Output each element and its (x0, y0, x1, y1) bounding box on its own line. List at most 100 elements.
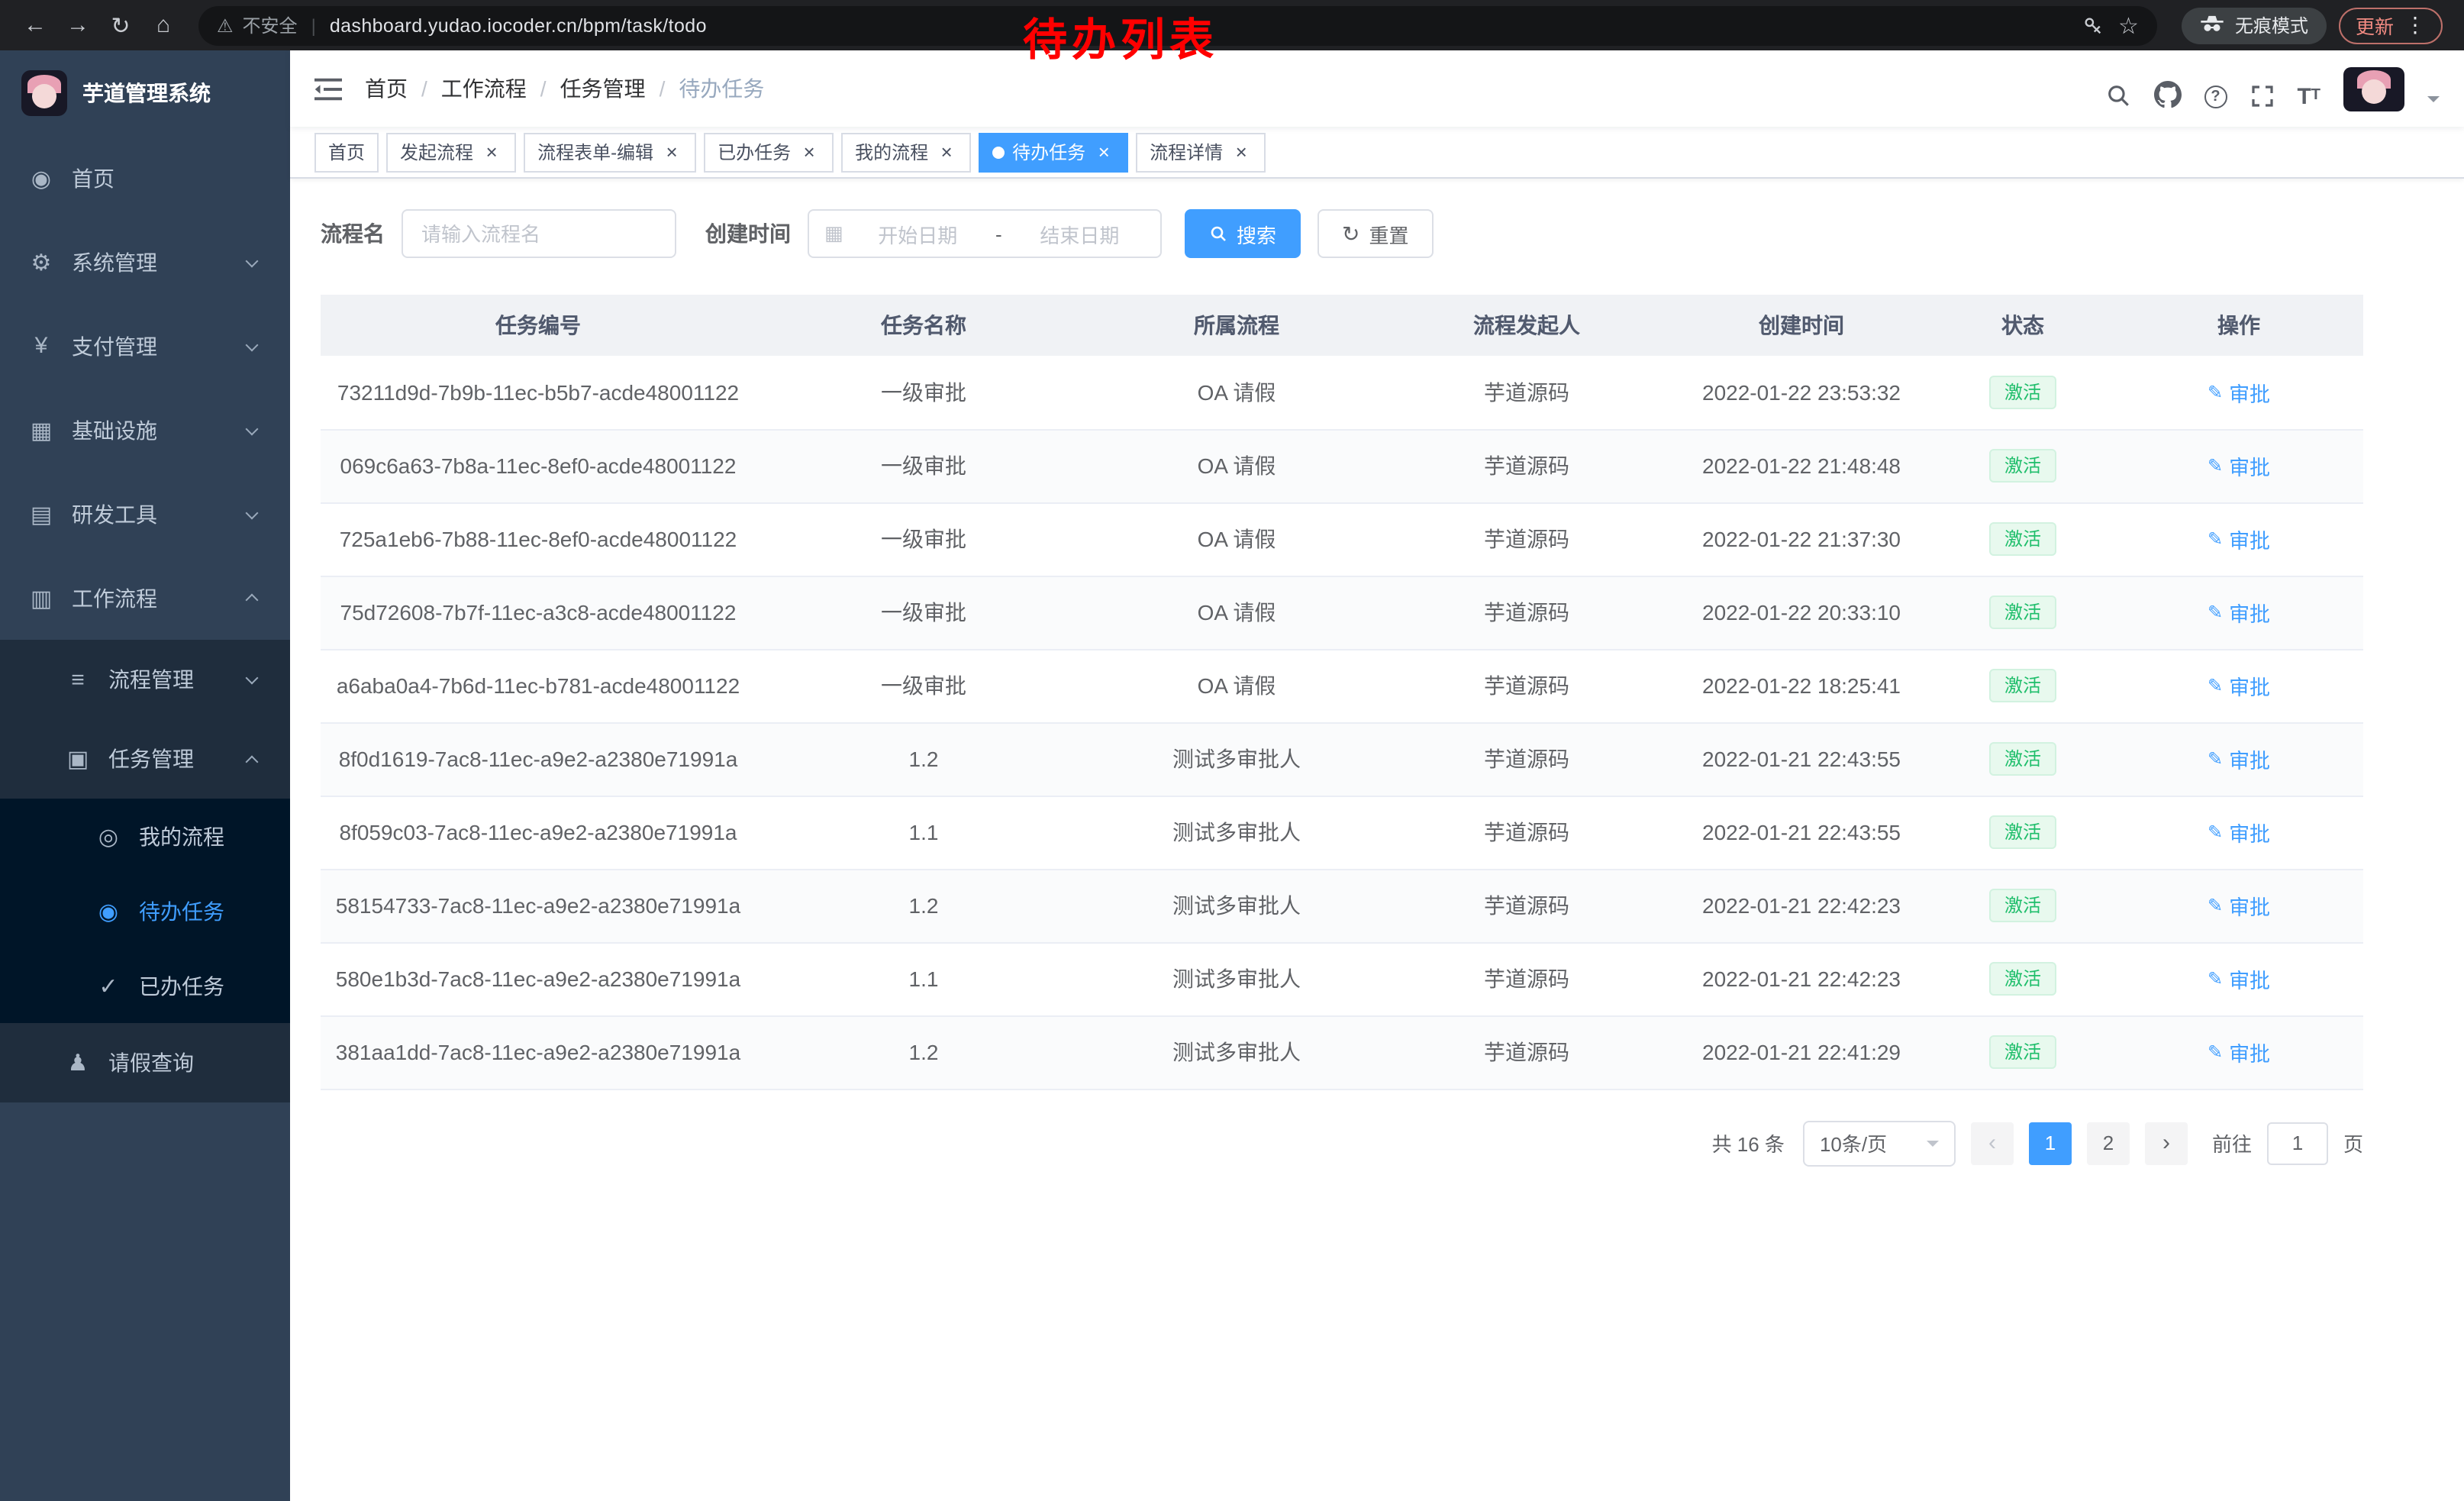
chevron-down-icon (246, 338, 259, 351)
sidebar-item-todo-task[interactable]: ◉待办任务 (0, 873, 290, 948)
incognito-label: 无痕模式 (2235, 12, 2308, 38)
table-header-row: 任务编号任务名称所属流程流程发起人创建时间状态操作 (321, 295, 2363, 356)
cell-action: ✎审批 (2114, 649, 2363, 722)
tab-流程表单-编辑[interactable]: 流程表单-编辑× (524, 132, 696, 172)
font-size-icon[interactable]: TT (2297, 85, 2320, 111)
close-icon[interactable]: × (936, 141, 957, 163)
process-name-input[interactable] (402, 209, 676, 258)
breadcrumb-item[interactable]: 首页 (365, 73, 408, 104)
status-badge: 激活 (1989, 962, 2056, 996)
reset-button[interactable]: ↻ 重置 (1317, 209, 1434, 258)
close-icon[interactable]: × (661, 141, 682, 163)
password-key-icon[interactable] (2082, 15, 2103, 36)
search-button-label: 搜索 (1237, 219, 1276, 248)
close-icon[interactable]: × (798, 141, 820, 163)
approve-link[interactable]: ✎审批 (2208, 964, 2270, 994)
help-icon[interactable]: ? (2204, 85, 2227, 111)
cell-status: 激活 (1931, 796, 2114, 869)
breadcrumb-item[interactable]: 工作流程 (441, 73, 527, 104)
browser-home-icon[interactable]: ⌂ (144, 5, 183, 45)
search-icon[interactable] (2104, 82, 2130, 111)
sidebar-item-payment[interactable]: ¥支付管理 (0, 304, 290, 388)
app-title: 芋道管理系统 (82, 78, 211, 108)
approve-link[interactable]: ✎审批 (2208, 377, 2270, 408)
browser-menu-icon[interactable]: ⋮ (2404, 12, 2426, 38)
close-icon[interactable]: × (1093, 141, 1114, 163)
update-button[interactable]: 更新 ⋮ (2339, 7, 2443, 44)
approve-link[interactable]: ✎审批 (2208, 450, 2270, 481)
approve-link[interactable]: ✎审批 (2208, 817, 2270, 847)
cell-starter: 芋道源码 (1382, 869, 1672, 942)
column-header: 任务名称 (756, 295, 1092, 356)
page-button-1[interactable]: 1 (2029, 1122, 2072, 1164)
chevron-down-icon (246, 506, 259, 519)
prev-page-button[interactable]: ‹ (1971, 1122, 2014, 1164)
table-row: 58154733-7ac8-11ec-a9e2-a2380e71991a1.2测… (321, 869, 2363, 942)
github-icon[interactable] (2153, 80, 2181, 111)
tab-我的流程[interactable]: 我的流程 × (841, 132, 971, 172)
goto-label: 前往 (2212, 1128, 2252, 1157)
sidebar-item-label: 工作流程 (72, 583, 157, 613)
total-count: 共 16 条 (1712, 1128, 1785, 1157)
approve-link[interactable]: ✎审批 (2208, 597, 2270, 628)
approve-link[interactable]: ✎审批 (2208, 890, 2270, 921)
app-logo[interactable]: 芋道管理系统 (0, 50, 290, 136)
table-row: 580e1b3d-7ac8-11ec-a9e2-a2380e71991a1.1测… (321, 942, 2363, 1015)
end-date-input[interactable]: 结束日期 (1014, 219, 1145, 248)
page-size-select[interactable]: 10条/页 (1803, 1120, 1956, 1166)
sidebar-item-home[interactable]: ◉首页 (0, 136, 290, 220)
status-badge: 激活 (1989, 375, 2056, 409)
approve-link[interactable]: ✎审批 (2208, 524, 2270, 554)
next-page-button[interactable]: › (2145, 1122, 2188, 1164)
browser-back-icon[interactable]: ← (15, 5, 55, 45)
cell-task-id: 58154733-7ac8-11ec-a9e2-a2380e71991a (321, 869, 756, 942)
browser-forward-icon[interactable]: → (58, 5, 98, 45)
page-button-2[interactable]: 2 (2087, 1122, 2130, 1164)
collapse-menu-icon[interactable] (314, 77, 342, 100)
cell-status: 激活 (1931, 1015, 2114, 1089)
sidebar-item-system[interactable]: ⚙系统管理 (0, 220, 290, 304)
cell-task-id: 8f059c03-7ac8-11ec-a9e2-a2380e71991a (321, 796, 756, 869)
start-date-input[interactable]: 开始日期 (853, 219, 983, 248)
approve-link[interactable]: ✎审批 (2208, 1037, 2270, 1067)
sidebar-item-leave-query[interactable]: ♟请假查询 (0, 1023, 290, 1102)
bookmark-star-icon[interactable]: ☆ (2118, 11, 2139, 39)
breadcrumb-item[interactable]: 任务管理 (560, 73, 646, 104)
approve-link[interactable]: ✎审批 (2208, 670, 2270, 701)
sidebar-item-workflow[interactable]: ▥工作流程 (0, 556, 290, 640)
table-row: 069c6a63-7b8a-11ec-8ef0-acde48001122一级审批… (321, 429, 2363, 502)
tab-发起流程[interactable]: 发起流程× (386, 132, 516, 172)
sidebar-item-infra[interactable]: ▦基础设施 (0, 388, 290, 472)
cell-process: OA 请假 (1092, 576, 1382, 649)
search-button[interactable]: 搜索 (1185, 209, 1301, 258)
tab-label: 我的流程 (855, 139, 928, 165)
sidebar-item-label: 首页 (72, 163, 114, 193)
sidebar-item-my-process[interactable]: ◎我的流程 (0, 799, 290, 873)
cell-process: OA 请假 (1092, 429, 1382, 502)
tab-待办任务[interactable]: 待办任务× (979, 132, 1128, 172)
browser-reload-icon[interactable]: ↻ (101, 5, 140, 45)
date-range-picker[interactable]: ▦ 开始日期 - 结束日期 (808, 209, 1162, 258)
user-avatar[interactable] (2343, 66, 2404, 111)
chevron-down-icon[interactable] (2427, 95, 2440, 108)
breadcrumb-separator: / (421, 76, 427, 101)
sidebar-item-process-mgmt[interactable]: ≡流程管理 (0, 640, 290, 719)
cell-task-name: 1.2 (756, 722, 1092, 796)
close-icon[interactable]: × (1230, 141, 1252, 163)
close-icon[interactable]: × (481, 141, 502, 163)
sidebar-item-label: 系统管理 (72, 247, 157, 277)
fullscreen-icon[interactable] (2250, 83, 2274, 111)
sidebar-item-task-mgmt[interactable]: ▣任务管理 (0, 719, 290, 799)
goto-page-input[interactable] (2267, 1122, 2328, 1164)
cell-task-name: 一级审批 (756, 429, 1092, 502)
sidebar-item-done-task[interactable]: ✓已办任务 (0, 948, 290, 1023)
sidebar-item-label: 研发工具 (72, 499, 157, 529)
tab-已办任务[interactable]: 已办任务× (704, 132, 834, 172)
tab-流程详情[interactable]: 流程详情× (1136, 132, 1266, 172)
cell-action: ✎审批 (2114, 502, 2363, 576)
cell-process: 测试多审批人 (1092, 942, 1382, 1015)
approve-link[interactable]: ✎审批 (2208, 744, 2270, 774)
sidebar-item-devtools[interactable]: ▤研发工具 (0, 472, 290, 556)
table-row: 73211d9d-7b9b-11ec-b5b7-acde48001122一级审批… (321, 356, 2363, 429)
tab-首页[interactable]: 首页 (314, 132, 379, 172)
